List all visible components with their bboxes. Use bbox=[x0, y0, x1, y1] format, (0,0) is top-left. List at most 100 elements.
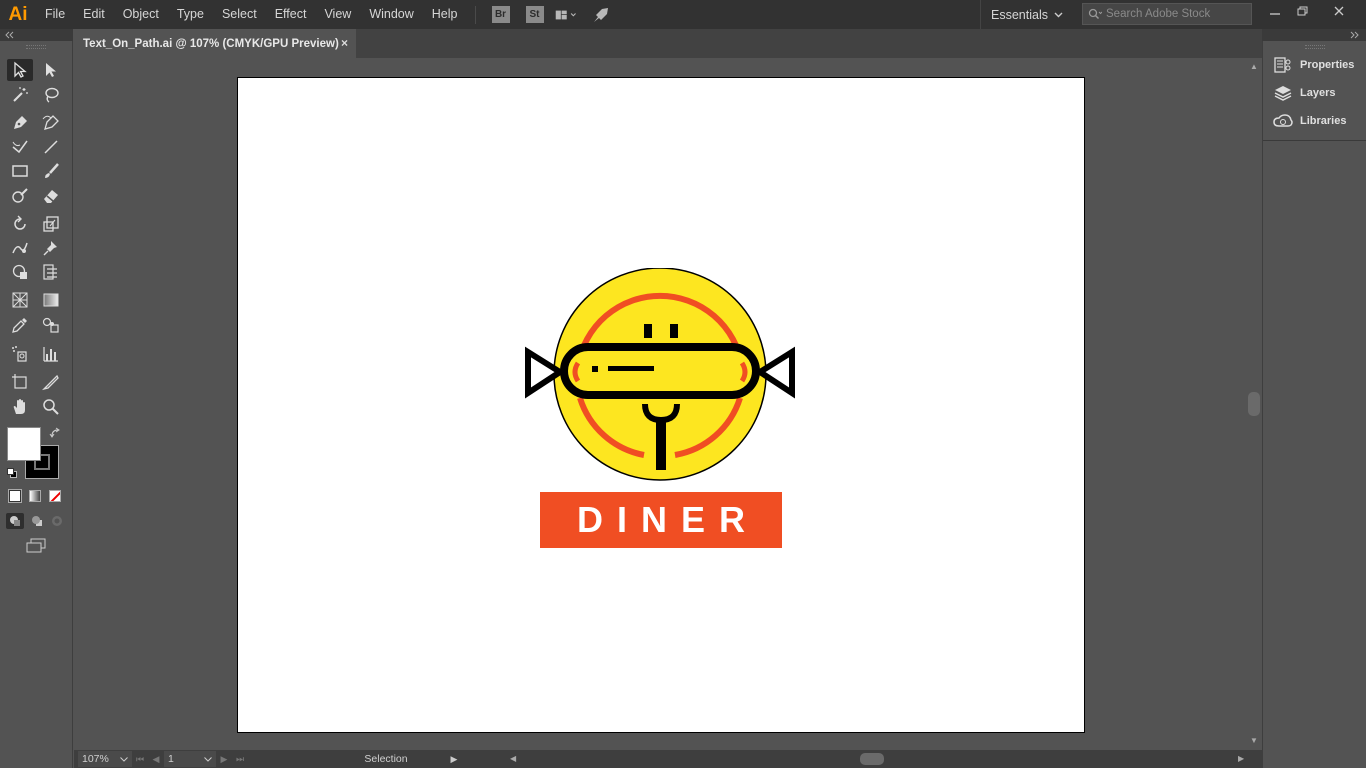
bridge-button[interactable]: Br bbox=[491, 6, 510, 23]
vertical-scroll-thumb[interactable] bbox=[1248, 392, 1260, 416]
eraser-icon bbox=[44, 190, 58, 203]
scroll-up-icon[interactable]: ▲ bbox=[1250, 62, 1258, 71]
scroll-left-icon[interactable]: ◀ bbox=[510, 754, 516, 763]
diner-banner-text: DINER bbox=[576, 499, 759, 540]
shape-builder-tool[interactable] bbox=[38, 261, 64, 283]
draw-behind-button[interactable] bbox=[28, 513, 46, 529]
close-window-button[interactable] bbox=[1324, 0, 1354, 22]
chevron-down-icon bbox=[204, 756, 212, 762]
next-artboard-button[interactable]: ▶ bbox=[216, 754, 232, 765]
default-fill-stroke-button[interactable] bbox=[6, 467, 18, 479]
free-transform-tool[interactable] bbox=[7, 261, 33, 283]
menu-window[interactable]: Window bbox=[360, 0, 422, 29]
swap-fill-stroke-button[interactable] bbox=[49, 427, 63, 439]
screen-mode-icon bbox=[26, 538, 46, 553]
close-document-button[interactable]: × bbox=[341, 36, 348, 50]
line-segment-tool[interactable] bbox=[38, 136, 64, 158]
menu-effect[interactable]: Effect bbox=[266, 0, 316, 29]
eraser-tool[interactable] bbox=[38, 185, 64, 207]
menu-bar: Ai File Edit Object Type Select Effect V… bbox=[0, 0, 1366, 29]
warp-tool[interactable] bbox=[7, 237, 33, 259]
canvas-area[interactable]: DINER bbox=[74, 58, 1246, 750]
arrange-documents-button[interactable] bbox=[555, 5, 577, 25]
horizontal-scroll-thumb[interactable] bbox=[860, 753, 884, 765]
menu-edit[interactable]: Edit bbox=[74, 0, 114, 29]
zoom-level-dropdown[interactable]: 107% bbox=[78, 751, 132, 767]
stock-button[interactable]: St bbox=[525, 6, 544, 23]
scroll-right-icon[interactable]: ▶ bbox=[1238, 754, 1244, 763]
rotate-tool[interactable] bbox=[7, 213, 33, 235]
minimize-button[interactable] bbox=[1260, 0, 1290, 22]
draw-inside-button[interactable] bbox=[48, 513, 66, 529]
gradient-mode-button[interactable] bbox=[29, 490, 41, 502]
none-mode-button[interactable] bbox=[49, 490, 61, 502]
status-menu-arrow[interactable]: ▶ bbox=[446, 754, 462, 765]
lasso-tool[interactable] bbox=[38, 84, 64, 106]
toolbar-grip[interactable] bbox=[26, 45, 46, 49]
paintbrush-tool[interactable] bbox=[38, 160, 64, 182]
properties-panel-button[interactable]: Properties bbox=[1273, 54, 1354, 76]
zoom-tool[interactable] bbox=[38, 396, 64, 418]
vertical-scrollbar[interactable]: ▲ ▼ bbox=[1246, 58, 1262, 750]
logo-fork-handle bbox=[656, 418, 666, 470]
draw-normal-button[interactable] bbox=[6, 513, 24, 529]
stock-search-input[interactable] bbox=[1106, 8, 1246, 20]
scale-icon bbox=[43, 216, 59, 232]
previous-artboard-button[interactable]: ◀ bbox=[148, 754, 164, 765]
artboard[interactable]: DINER bbox=[237, 77, 1085, 733]
column-graph-tool[interactable] bbox=[38, 343, 64, 365]
menu-type[interactable]: Type bbox=[168, 0, 213, 29]
scale-tool[interactable] bbox=[38, 213, 64, 235]
double-chevron-left-icon bbox=[5, 31, 14, 39]
workspace-switcher[interactable]: Essentials bbox=[980, 0, 1073, 29]
direct-selection-tool[interactable] bbox=[38, 59, 64, 81]
gpu-performance-button[interactable] bbox=[590, 5, 612, 25]
magnifier-icon bbox=[43, 399, 59, 415]
fill-swatch[interactable] bbox=[7, 427, 41, 461]
logo-dot bbox=[592, 366, 598, 372]
horizontal-scrollbar[interactable]: ◀ ▶ bbox=[510, 750, 1244, 768]
draw-behind-icon bbox=[32, 516, 42, 526]
shaper-tool[interactable] bbox=[7, 185, 33, 207]
symbol-sprayer-tool[interactable] bbox=[7, 343, 33, 365]
logo-dash bbox=[608, 366, 654, 371]
restore-button[interactable] bbox=[1288, 0, 1318, 22]
menu-help[interactable]: Help bbox=[423, 0, 467, 29]
artboard-number-dropdown[interactable]: 1 bbox=[164, 751, 216, 767]
panel-collapse-bar[interactable] bbox=[1262, 29, 1366, 41]
rectangle-tool[interactable] bbox=[7, 160, 33, 182]
hand-tool[interactable] bbox=[7, 396, 33, 418]
pen-tool[interactable] bbox=[7, 112, 33, 134]
gradient-tool[interactable] bbox=[38, 289, 64, 311]
document-tab[interactable]: Text_On_Path.ai @ 107% (CMYK/GPU Preview… bbox=[74, 29, 356, 58]
anchor-point-tool[interactable] bbox=[7, 136, 33, 158]
screen-mode-button[interactable] bbox=[25, 538, 47, 554]
curvature-tool[interactable] bbox=[38, 112, 64, 134]
slice-tool[interactable] bbox=[38, 371, 64, 393]
eyedropper-tool[interactable] bbox=[7, 314, 33, 336]
panel-grip[interactable] bbox=[1305, 45, 1325, 49]
document-tab-bar: Text_On_Path.ai @ 107% (CMYK/GPU Preview… bbox=[74, 29, 1262, 58]
current-tool-status: Selection bbox=[364, 753, 408, 765]
diner-banner[interactable]: DINER bbox=[540, 492, 782, 548]
first-artboard-button[interactable]: ⏮ bbox=[132, 754, 148, 765]
last-artboard-button[interactable]: ⏭ bbox=[232, 754, 248, 765]
toolbar-collapse-bar[interactable] bbox=[0, 29, 73, 41]
perspective-grid-tool[interactable] bbox=[7, 289, 33, 311]
libraries-panel-button[interactable]: Libraries bbox=[1273, 110, 1346, 132]
color-mode-button[interactable] bbox=[8, 489, 22, 503]
artboard-tool[interactable] bbox=[7, 371, 33, 393]
magic-wand-tool[interactable] bbox=[7, 84, 33, 106]
close-icon bbox=[1334, 6, 1344, 16]
menu-object[interactable]: Object bbox=[114, 0, 168, 29]
layers-panel-button[interactable]: Layers bbox=[1273, 82, 1335, 104]
blend-tool[interactable] bbox=[38, 314, 64, 336]
puppet-warp-tool[interactable] bbox=[38, 237, 64, 259]
tools-panel bbox=[0, 41, 73, 768]
menu-file[interactable]: File bbox=[36, 0, 74, 29]
menu-view[interactable]: View bbox=[315, 0, 360, 29]
selection-tool[interactable] bbox=[7, 59, 33, 81]
menu-select[interactable]: Select bbox=[213, 0, 266, 29]
scroll-down-icon[interactable]: ▼ bbox=[1250, 736, 1258, 745]
draw-inside-icon bbox=[52, 516, 62, 526]
